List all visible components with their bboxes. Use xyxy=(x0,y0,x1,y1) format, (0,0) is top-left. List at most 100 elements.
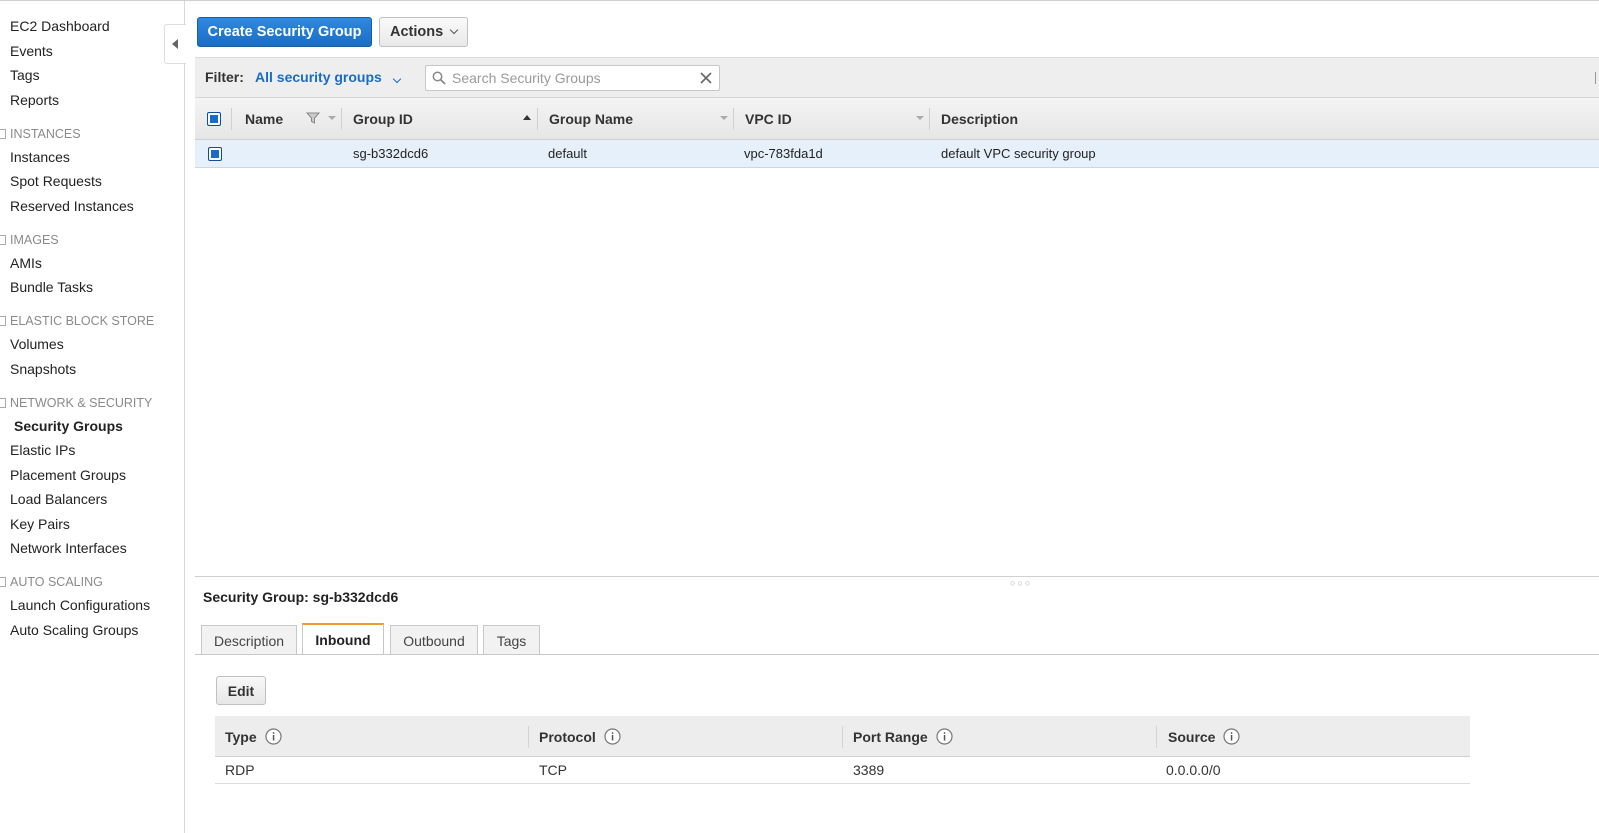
chevron-down-icon xyxy=(449,25,459,35)
funnel-icon[interactable] xyxy=(305,110,321,126)
column-separator xyxy=(231,108,232,130)
edit-button[interactable]: Edit xyxy=(216,676,266,705)
cell-group-id: sg-b332dcd6 xyxy=(353,146,429,161)
rules-table-row: RDP TCP 3389 0.0.0.0/0 xyxy=(215,757,1470,784)
rules-column-port-range: Port Range xyxy=(853,728,953,745)
column-separator xyxy=(929,108,930,130)
sidebar-item-snapshots[interactable]: Snapshots xyxy=(10,360,76,378)
rules-column-label: Type xyxy=(225,728,257,745)
sidebar-item-events[interactable]: Events xyxy=(10,42,53,60)
info-icon[interactable] xyxy=(936,728,953,745)
rules-column-label: Source xyxy=(1168,728,1216,745)
sidebar-section-instances[interactable]: INSTANCES xyxy=(0,125,81,143)
actions-label: Actions xyxy=(390,24,444,40)
column-header-vpc-id[interactable]: VPC ID xyxy=(745,111,792,127)
info-icon[interactable] xyxy=(265,728,282,745)
column-separator xyxy=(1156,726,1157,748)
sidebar-section-title: AUTO SCALING xyxy=(10,575,103,589)
row-checkbox[interactable] xyxy=(208,147,222,161)
resize-grip-icon[interactable]: ○○○ xyxy=(1010,578,1032,588)
sidebar-item-load-balancers[interactable]: Load Balancers xyxy=(10,490,107,508)
sidebar-item-instances[interactable]: Instances xyxy=(10,148,70,166)
create-security-group-button[interactable]: Create Security Group xyxy=(197,17,372,47)
edit-label: Edit xyxy=(227,682,255,699)
tab-tags[interactable]: Tags xyxy=(483,625,540,655)
info-icon[interactable] xyxy=(1223,728,1241,745)
filter-label: Filter: xyxy=(205,69,244,85)
sort-toggle-icon[interactable] xyxy=(720,116,728,120)
sidebar-item-auto-scaling-groups[interactable]: Auto Scaling Groups xyxy=(10,621,138,639)
select-all-checkbox[interactable] xyxy=(207,112,221,126)
tab-label: Description xyxy=(213,632,285,649)
pane-splitter[interactable] xyxy=(195,576,1599,577)
tab-label: Tags xyxy=(496,632,527,649)
sidebar-section-title: NETWORK & SECURITY xyxy=(10,396,153,410)
collapse-sidebar-icon xyxy=(172,39,178,49)
cell-vpc-id: vpc-783fda1d xyxy=(744,146,823,161)
rules-column-protocol: Protocol xyxy=(539,728,621,745)
section-toggle-icon xyxy=(0,316,6,326)
chevron-down-icon xyxy=(392,74,401,84)
table-row[interactable]: sg-b332dcd6 default vpc-783fda1d default… xyxy=(195,140,1599,168)
sort-ascending-icon[interactable] xyxy=(523,115,531,120)
section-toggle-icon xyxy=(0,129,6,139)
cell-group-name: default xyxy=(548,146,588,161)
column-header-group-id[interactable]: Group ID xyxy=(353,111,413,127)
search-input[interactable] xyxy=(450,68,695,88)
column-header-description[interactable]: Description xyxy=(941,111,1018,127)
rules-column-source: Source xyxy=(1168,728,1241,745)
sidebar-item-spot-requests[interactable]: Spot Requests xyxy=(10,172,102,190)
filter-selected-value: All security groups xyxy=(255,69,382,85)
sidebar-item-launch-configurations[interactable]: Launch Configurations xyxy=(10,596,150,614)
sidebar-item-key-pairs[interactable]: Key Pairs xyxy=(10,515,70,533)
sidebar-section-images[interactable]: IMAGES xyxy=(0,231,59,249)
tab-outbound[interactable]: Outbound xyxy=(390,625,478,655)
sidebar-section-ebs[interactable]: ELASTIC BLOCK STORE xyxy=(0,312,154,330)
rule-type: RDP xyxy=(225,762,255,778)
sidebar-section-title: IMAGES xyxy=(10,233,59,247)
sidebar-item-reports[interactable]: Reports xyxy=(10,91,59,109)
column-header-name[interactable]: Name xyxy=(245,111,283,127)
grid-header: Name Group ID Group Name VPC ID Descript… xyxy=(195,98,1599,140)
column-separator xyxy=(733,108,734,130)
column-separator xyxy=(537,108,538,130)
sidebar-item-network-interfaces[interactable]: Network Interfaces xyxy=(10,539,127,557)
sidebar-item-tags[interactable]: Tags xyxy=(10,66,40,84)
sort-toggle-icon[interactable] xyxy=(916,116,924,120)
sidebar-item-bundle-tasks[interactable]: Bundle Tasks xyxy=(10,278,93,296)
tab-label: Inbound xyxy=(315,631,371,648)
column-header-group-name[interactable]: Group Name xyxy=(549,111,633,127)
info-icon[interactable] xyxy=(604,728,621,745)
column-separator xyxy=(842,726,843,748)
sidebar-section-network-security[interactable]: NETWORK & SECURITY xyxy=(0,394,152,412)
actions-button[interactable]: Actions xyxy=(379,17,468,47)
tab-description[interactable]: Description xyxy=(201,625,297,655)
section-toggle-icon xyxy=(0,235,6,245)
sidebar-item-reserved-instances[interactable]: Reserved Instances xyxy=(10,197,134,215)
sidebar-item-placement-groups[interactable]: Placement Groups xyxy=(10,466,126,484)
rules-column-label: Protocol xyxy=(539,728,596,745)
sidebar-section-auto-scaling[interactable]: AUTO SCALING xyxy=(0,573,103,591)
sidebar-item-elastic-ips[interactable]: Elastic IPs xyxy=(10,441,75,459)
section-toggle-icon xyxy=(0,577,6,587)
clear-icon[interactable] xyxy=(699,71,713,85)
rules-column-type: Type xyxy=(225,728,282,745)
tab-inbound[interactable]: Inbound xyxy=(302,623,384,654)
sort-toggle-icon[interactable] xyxy=(328,116,336,120)
column-separator xyxy=(528,726,529,748)
search-box[interactable] xyxy=(425,65,720,91)
collapse-sidebar-button[interactable] xyxy=(164,24,186,64)
sidebar-item-security-groups[interactable]: Security Groups xyxy=(14,417,123,435)
sidebar-item-ec2-dashboard[interactable]: EC2 Dashboard xyxy=(10,17,110,35)
pagination-edge-icon[interactable] xyxy=(1595,72,1599,84)
filter-bar: Filter: All security groups xyxy=(195,57,1599,98)
sidebar-item-volumes[interactable]: Volumes xyxy=(10,335,64,353)
rules-table-header: Type Protocol Port Range Source xyxy=(215,716,1470,757)
section-toggle-icon xyxy=(0,398,6,408)
rule-port-range: 3389 xyxy=(853,762,885,778)
column-separator xyxy=(341,108,342,130)
rules-column-label: Port Range xyxy=(853,728,928,745)
filter-dropdown[interactable]: All security groups xyxy=(255,69,401,85)
sidebar-section-title: ELASTIC BLOCK STORE xyxy=(10,314,155,328)
sidebar-item-amis[interactable]: AMIs xyxy=(10,254,42,272)
